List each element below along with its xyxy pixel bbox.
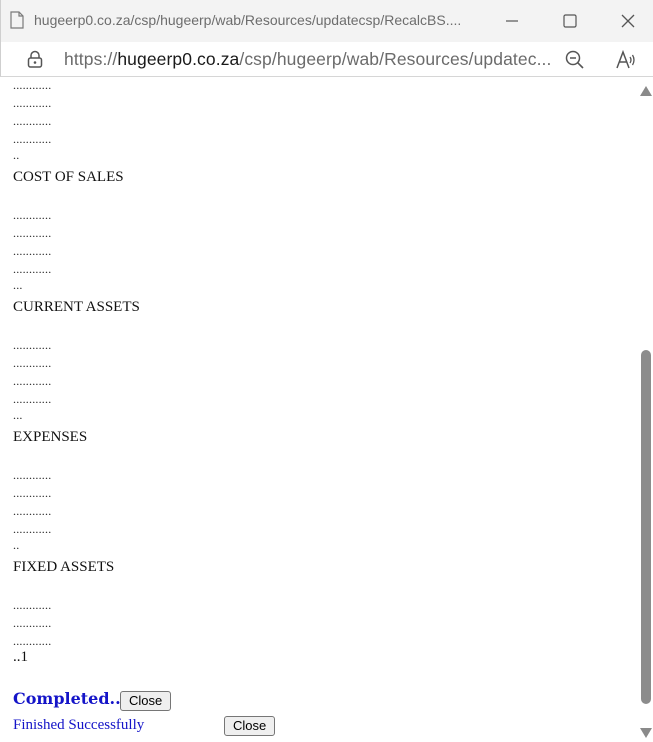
section-heading: EXPENSES [13, 429, 88, 445]
output-line: ............ [13, 132, 52, 146]
output-line: ............ [13, 392, 52, 406]
section-heading: FIXED ASSETS [13, 559, 115, 575]
minimize-button[interactable] [492, 6, 532, 36]
scroll-thumb[interactable] [641, 350, 651, 704]
output-line: ............ [13, 598, 52, 612]
output-line: .. [13, 538, 20, 552]
url-text[interactable]: https://hugeerp0.co.za/csp/hugeerp/wab/R… [64, 49, 551, 70]
output-line: ............ [13, 96, 52, 110]
output-line: ............ [13, 114, 52, 128]
zoom-out-icon[interactable] [564, 49, 586, 71]
section-heading: CURRENT ASSETS [13, 299, 140, 315]
close-icon [621, 14, 635, 28]
close-window-button[interactable] [608, 6, 648, 36]
output-line: ............ [13, 468, 52, 482]
output-line: ... [13, 278, 23, 292]
page-icon [10, 11, 24, 29]
output-line: ............ [13, 356, 52, 370]
output-line: ............ [13, 486, 52, 500]
address-bar[interactable]: https://hugeerp0.co.za/csp/hugeerp/wab/R… [0, 42, 653, 77]
output-line: ............ [13, 78, 52, 92]
section-heading: COST OF SALES [13, 169, 124, 185]
output-line: ............ [13, 374, 52, 388]
window-title: hugeerp0.co.za/csp/hugeerp/wab/Resources… [34, 12, 462, 28]
title-bar: hugeerp0.co.za/csp/hugeerp/wab/Resources… [0, 0, 653, 42]
scroll-down-arrow-icon[interactable] [640, 728, 652, 738]
output-line: ............ [13, 226, 52, 240]
finished-message: Finished Successfully [13, 717, 145, 733]
completed-status: Completed.. [13, 689, 121, 708]
output-line: ............ [13, 504, 52, 518]
output-line: ... [13, 408, 23, 422]
read-aloud-icon[interactable] [614, 48, 638, 72]
lock-icon[interactable] [25, 49, 45, 69]
close-button[interactable]: Close [120, 691, 172, 711]
output-line: ..1 [13, 649, 28, 665]
output-line: ............ [13, 616, 52, 630]
output-line: ............ [13, 634, 52, 648]
output-line: ............ [13, 262, 52, 276]
url-host: hugeerp0.co.za [117, 49, 240, 69]
maximize-icon [563, 14, 577, 28]
output-line: ............ [13, 244, 52, 258]
vertical-scrollbar[interactable] [638, 78, 653, 742]
output-line: ............ [13, 208, 52, 222]
output-line: .. [13, 148, 20, 162]
scroll-up-arrow-icon[interactable] [640, 86, 652, 96]
output-line: ............ [13, 522, 52, 536]
page-content: ............ ............ ............ .… [0, 78, 638, 742]
minimize-icon [505, 14, 519, 28]
url-scheme: https:// [64, 49, 118, 69]
output-line: ............ [13, 338, 52, 352]
url-path: /csp/hugeerp/wab/Resources/updatec... [239, 49, 552, 69]
close-button-secondary[interactable]: Close [224, 716, 276, 736]
maximize-button[interactable] [550, 6, 590, 36]
